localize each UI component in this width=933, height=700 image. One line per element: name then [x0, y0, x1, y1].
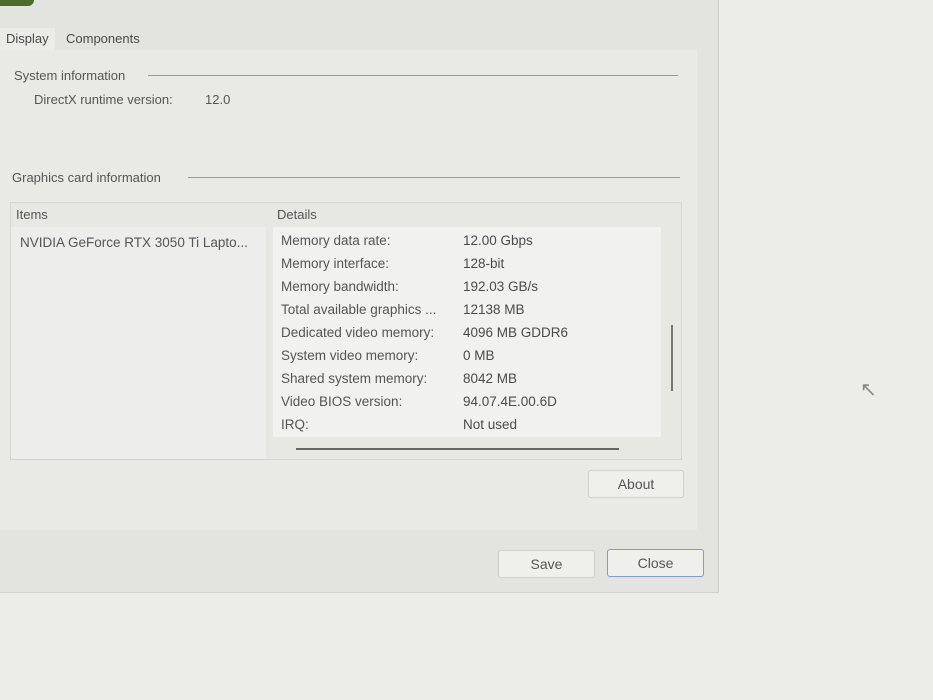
detail-row: Memory interface: 128-bit [281, 252, 504, 275]
detail-key: System video memory: [281, 348, 419, 363]
graphics-card-list: Items Details NVIDIA GeForce RTX 3050 Ti… [10, 202, 682, 460]
detail-value: 12138 MB [463, 302, 525, 317]
detail-key: Memory data rate: [281, 233, 391, 248]
about-button[interactable]: About [588, 470, 684, 498]
close-button[interactable]: Close [607, 549, 704, 577]
nvidia-system-information-dialog: Display Components System information Di… [0, 0, 719, 593]
detail-value: 0 MB [463, 348, 495, 363]
detail-row: IRQ: Not used [281, 413, 517, 436]
detail-value: 12.00 Gbps [463, 233, 533, 248]
divider [188, 177, 680, 178]
detail-key: Shared system memory: [281, 371, 428, 386]
gpu-list-item[interactable]: NVIDIA GeForce RTX 3050 Ti Lapto... [20, 231, 248, 254]
vertical-scrollbar[interactable] [671, 325, 673, 391]
detail-row: Memory data rate: 12.00 Gbps [281, 229, 533, 252]
detail-value: Not used [463, 417, 518, 432]
directx-label: DirectX runtime version: [34, 92, 173, 107]
detail-row: Memory bandwidth: 192.03 GB/s [281, 275, 538, 298]
graphics-card-heading: Graphics card information [12, 170, 161, 185]
tab-display[interactable]: Display [0, 28, 55, 50]
mouse-cursor-icon: ↖ [860, 379, 877, 401]
details-column-header[interactable]: Details [277, 203, 317, 227]
detail-key: Memory bandwidth: [281, 279, 399, 294]
detail-value: 192.03 GB/s [463, 279, 539, 294]
detail-key: Video BIOS version: [281, 394, 403, 409]
directx-value: 12.0 [205, 92, 231, 107]
detail-key: Memory interface: [281, 256, 390, 271]
items-column-header[interactable]: Items [16, 203, 48, 227]
detail-row: System video memory: 0 MB [281, 344, 495, 367]
detail-key: Dedicated video memory: [281, 325, 435, 340]
detail-row: Total available graphics ... 12138 MB [281, 298, 525, 321]
detail-row: Shared system memory: 8042 MB [281, 367, 517, 390]
tab-components[interactable]: Components [60, 28, 146, 50]
details-pane: Memory data rate: 12.00 Gbps Memory interf… [273, 227, 661, 437]
detail-row: Video BIOS version: 94.07.4E.00.6D [281, 390, 557, 413]
detail-value: 128-bit [463, 256, 505, 271]
detail-key: IRQ: [281, 417, 309, 432]
items-pane: NVIDIA GeForce RTX 3050 Ti Lapto... [11, 227, 266, 459]
nvidia-logo-icon [0, 0, 34, 6]
save-button[interactable]: Save [498, 550, 595, 578]
detail-value: 4096 MB GDDR6 [463, 325, 569, 340]
system-information-heading: System information [14, 68, 126, 83]
detail-key: Total available graphics ... [281, 302, 437, 317]
horizontal-scrollbar[interactable] [296, 448, 619, 450]
detail-value: 94.07.4E.00.6D [463, 394, 557, 409]
detail-row: Dedicated video memory: 4096 MB GDDR6 [281, 321, 568, 344]
detail-value: 8042 MB [463, 371, 518, 386]
divider [148, 75, 678, 76]
